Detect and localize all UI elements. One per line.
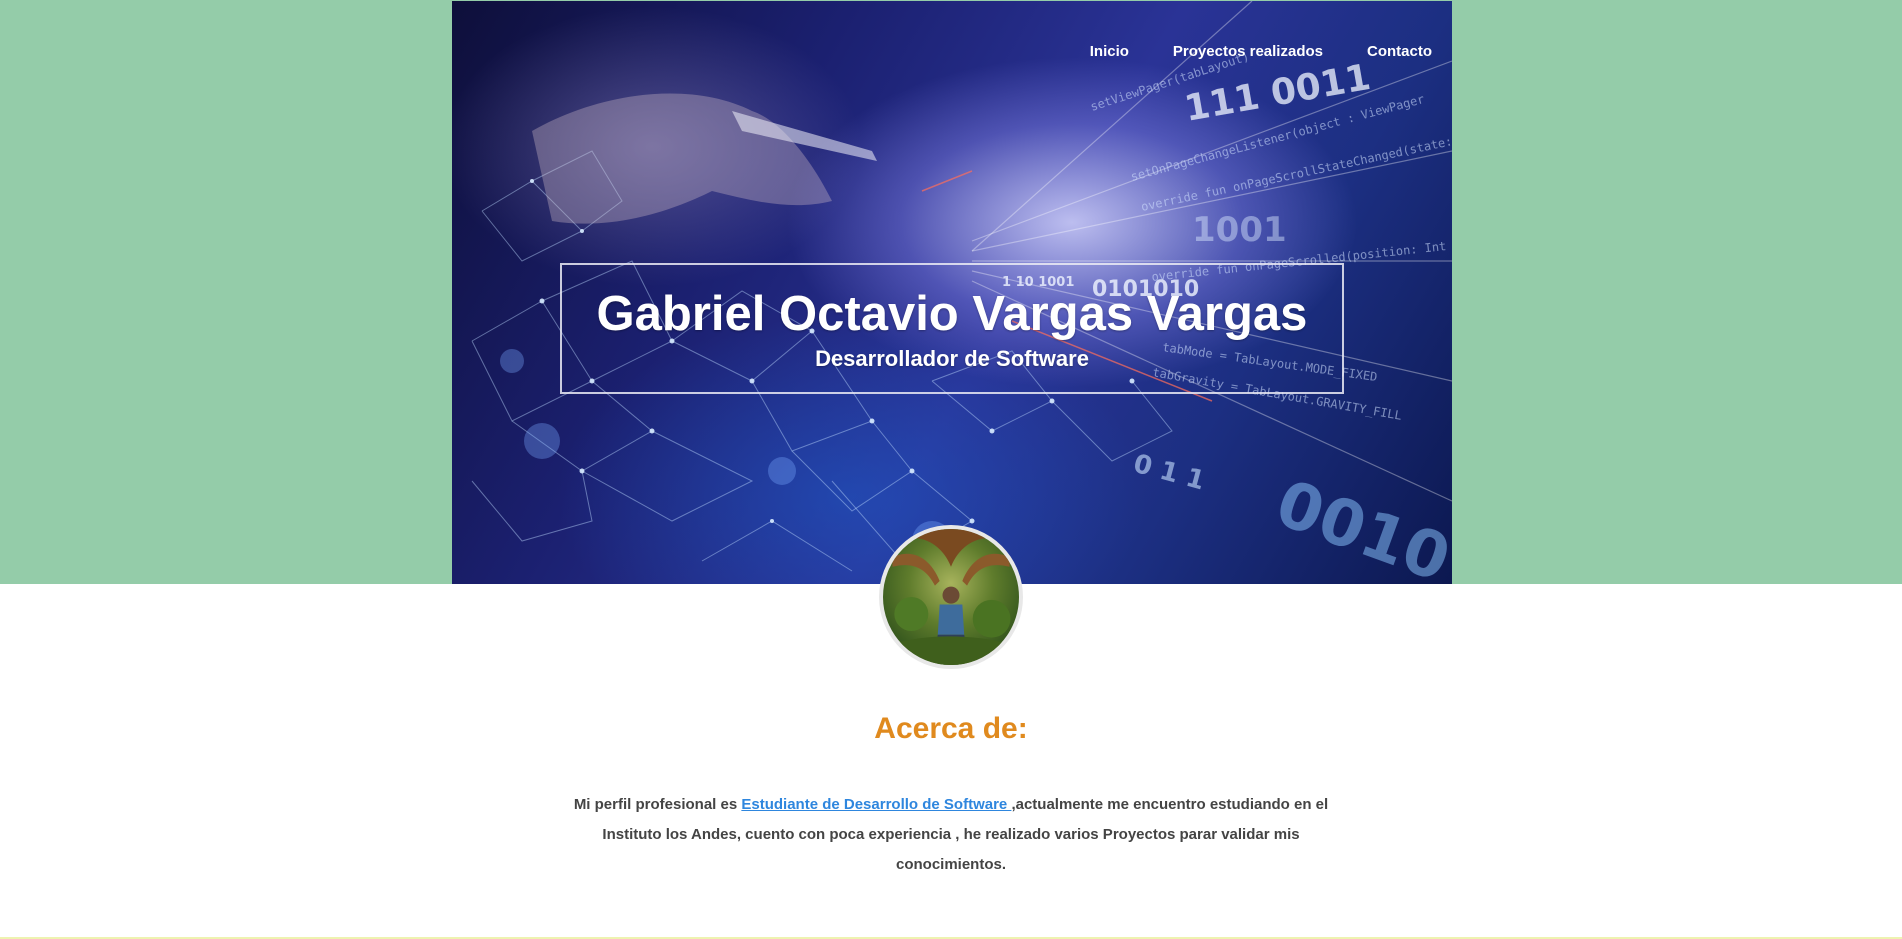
about-heading: Acerca de: bbox=[874, 712, 1028, 745]
hero-subtitle: Desarrollador de Software bbox=[815, 345, 1089, 371]
svg-text:111 0011: 111 0011 bbox=[1181, 57, 1373, 130]
about-paragraph: Mi perfil profesional es Estudiante de D… bbox=[560, 790, 1342, 880]
svg-text:0 1 1: 0 1 1 bbox=[1130, 449, 1208, 497]
nav-link-contacto[interactable]: Contacto bbox=[1367, 43, 1432, 60]
profile-link[interactable]: Estudiante de Desarrollo de Software bbox=[741, 796, 1011, 813]
hero-name: Gabriel Octavio Vargas Vargas bbox=[596, 286, 1308, 341]
svg-text:1001: 1001 bbox=[1192, 210, 1287, 250]
main-navigation: Inicio Proyectos realizados Contacto bbox=[1090, 43, 1432, 60]
nav-link-inicio[interactable]: Inicio bbox=[1090, 43, 1129, 60]
profile-photo bbox=[883, 529, 1019, 665]
svg-text:0010: 0010 bbox=[1267, 466, 1452, 584]
hero-title-box: Gabriel Octavio Vargas Vargas Desarrolla… bbox=[560, 263, 1344, 394]
profile-avatar bbox=[879, 525, 1023, 669]
about-text-before: Mi perfil profesional es bbox=[573, 796, 742, 813]
nav-link-proyectos[interactable]: Proyectos realizados bbox=[1173, 43, 1323, 60]
hero-banner: setViewPager(tabLayout) setOnPageChangeL… bbox=[452, 1, 1452, 584]
